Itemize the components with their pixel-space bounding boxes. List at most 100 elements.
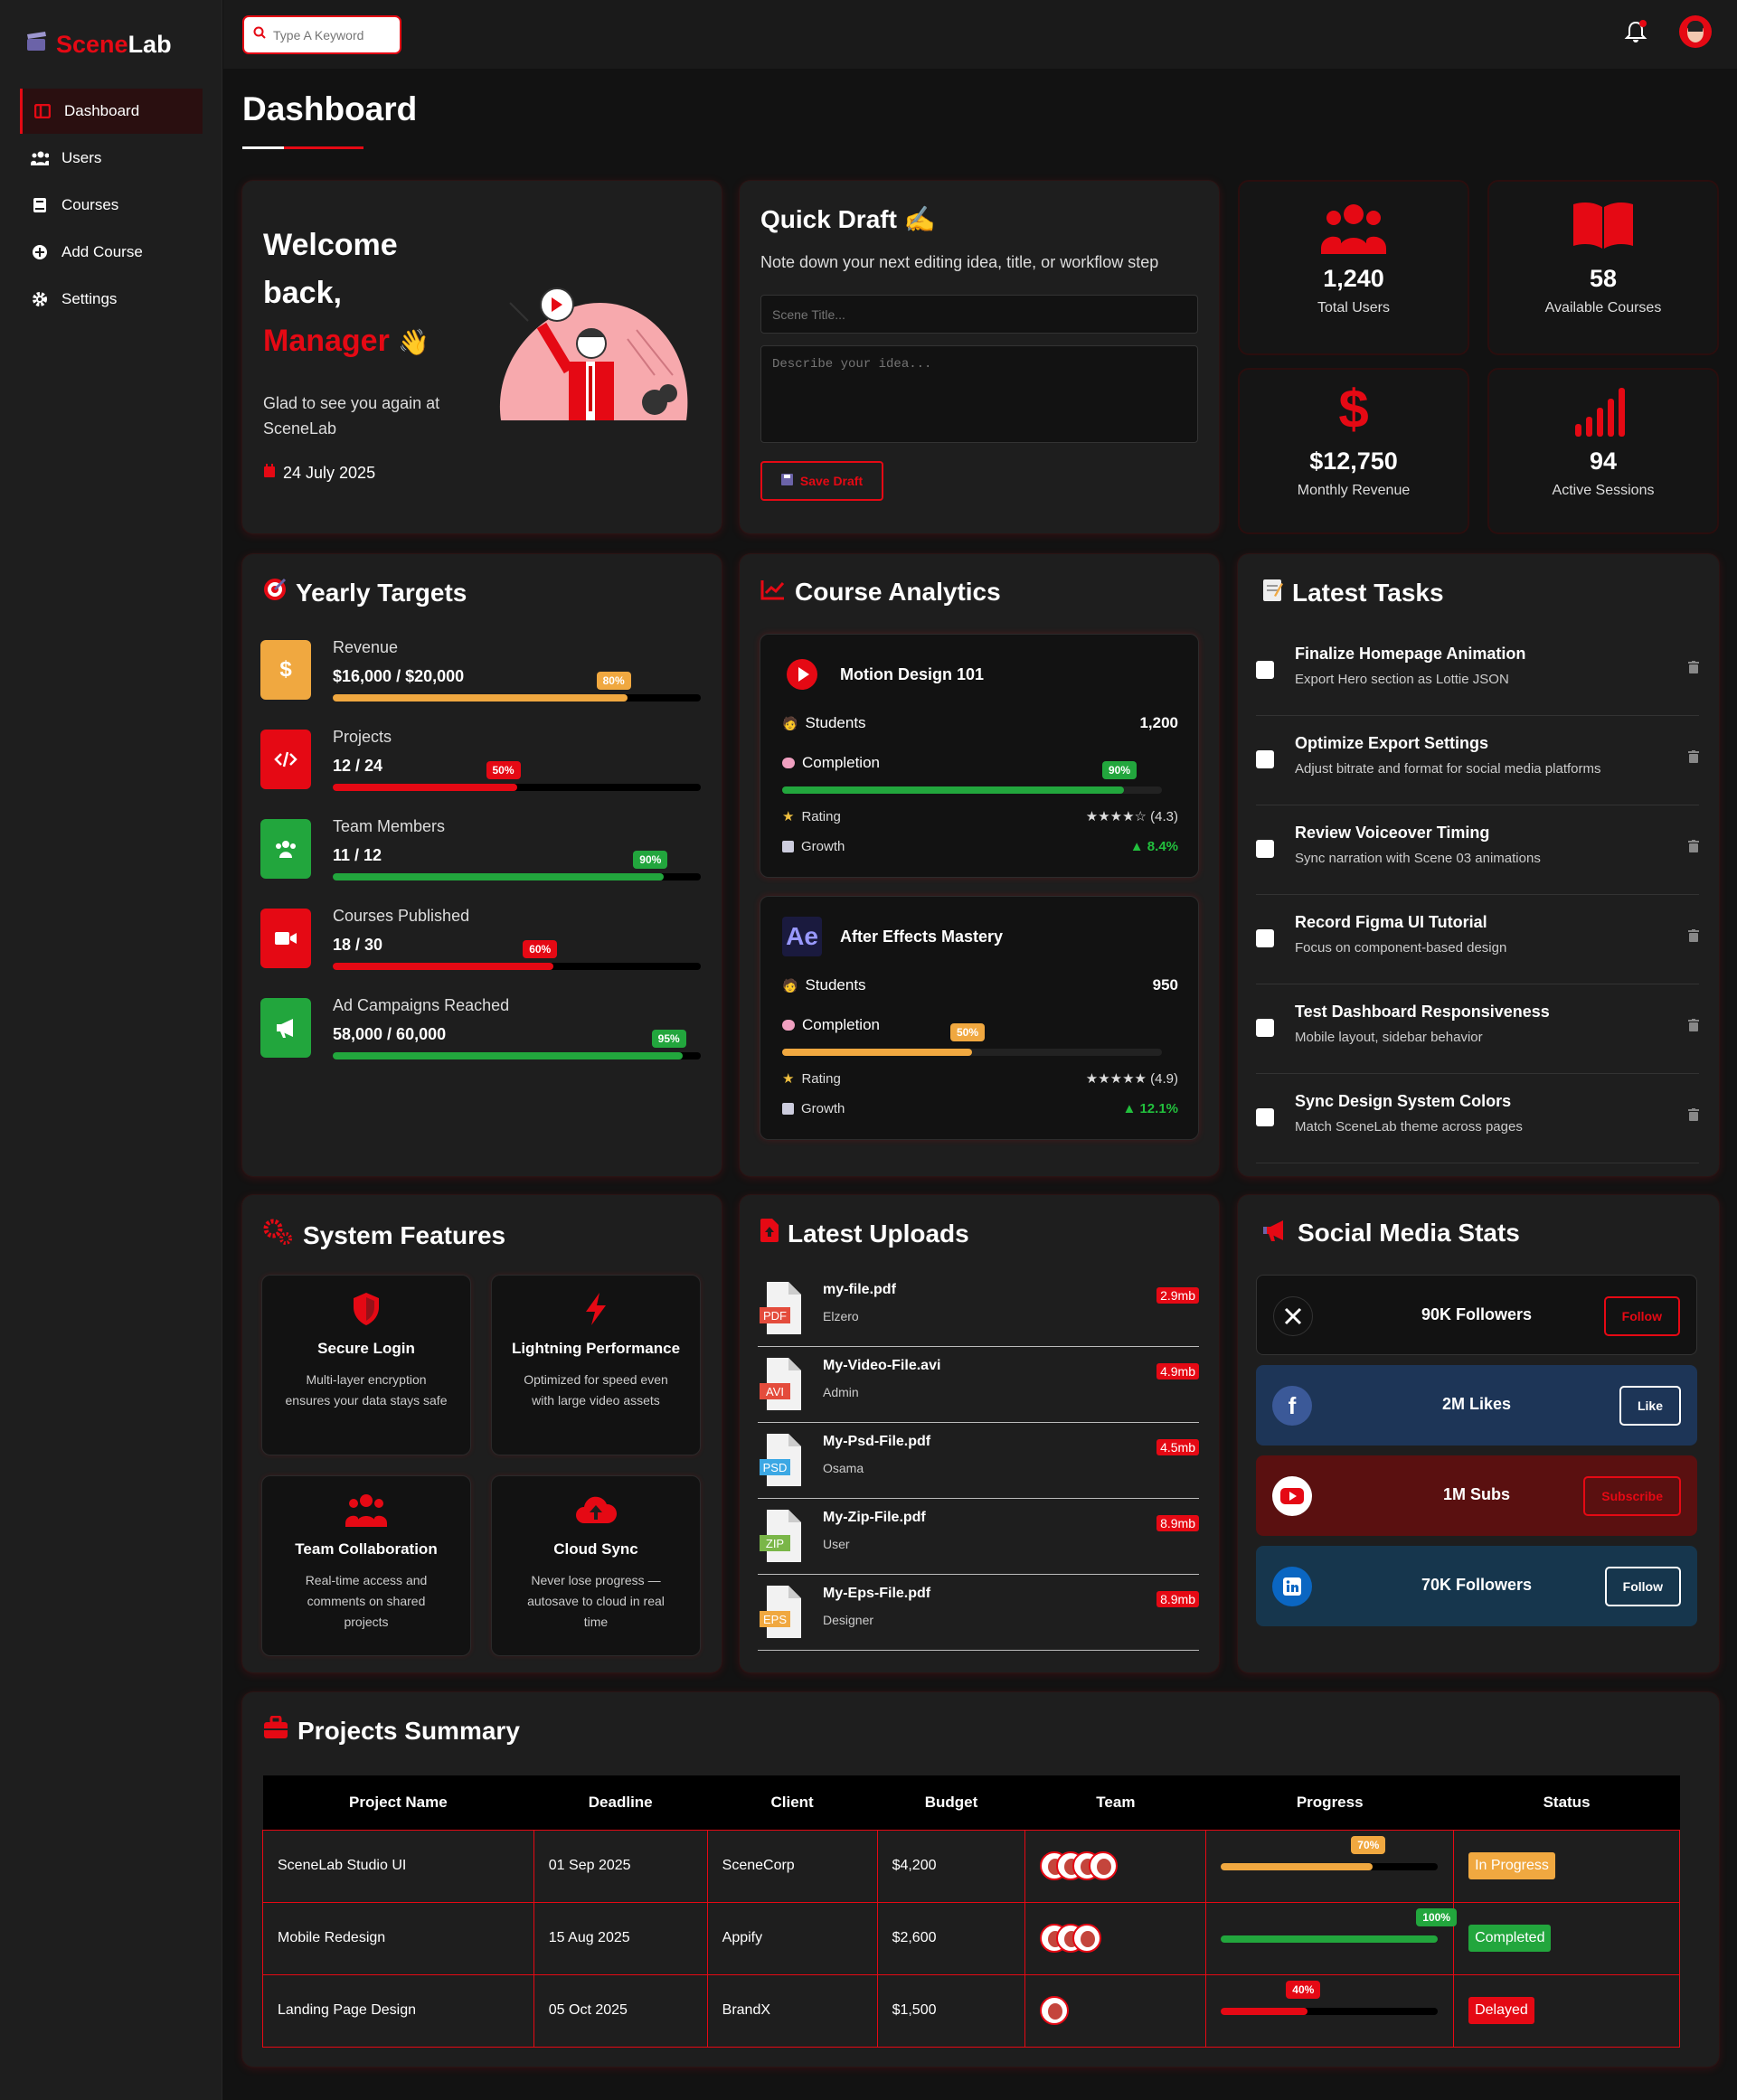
- upload-item[interactable]: ZIP My-Zip-File.pdf User 8.9mb: [758, 1499, 1199, 1575]
- trash-icon[interactable]: [1688, 1017, 1699, 1036]
- stat-label: Monthly Revenue: [1297, 483, 1411, 498]
- file-size: 8.9mb: [1156, 1591, 1199, 1607]
- trash-icon[interactable]: [1688, 1107, 1699, 1125]
- task-checkbox[interactable]: [1256, 840, 1274, 858]
- table-header-row: Project Name Deadline Client Budget Team Prog…: [262, 1775, 1680, 1830]
- line-chart-icon: [760, 578, 786, 607]
- upload-item[interactable]: PDF my-file.pdf Elzero 2.9mb: [758, 1271, 1199, 1347]
- upload-item[interactable]: PSD My-Psd-File.pdf Osama 4.5mb: [758, 1423, 1199, 1499]
- progress-bar: [1221, 1935, 1439, 1943]
- cell-team: [1024, 1973, 1207, 2048]
- file-icon: EPS: [758, 1584, 805, 1640]
- sidebar-item-add-course[interactable]: Add Course: [20, 230, 203, 275]
- table-body: SceneLab Studio UI 01 Sep 2025 SceneCorp $4…: [262, 1829, 1680, 2048]
- stat-available-courses: 58 Available Courses: [1487, 180, 1719, 355]
- search-input[interactable]: [273, 27, 391, 42]
- open-book-icon: [1489, 202, 1717, 254]
- cloud-upload-icon: [492, 1493, 700, 1529]
- social-action-button[interactable]: Follow: [1603, 1296, 1680, 1336]
- save-draft-label: Save Draft: [799, 474, 864, 488]
- stat-label: Total Users: [1317, 300, 1391, 315]
- cell-name: SceneLab Studio UI: [262, 1829, 534, 1903]
- social-action-button[interactable]: Like: [1619, 1386, 1681, 1426]
- task-item: Finalize Homepage Animation Export Hero s…: [1256, 626, 1699, 716]
- cell-name: Mobile Redesign: [262, 1901, 534, 1975]
- task-checkbox[interactable]: [1256, 1108, 1274, 1126]
- title-underline: [242, 146, 363, 149]
- cell-progress: 70%: [1205, 1829, 1455, 1903]
- task-checkbox[interactable]: [1256, 929, 1274, 947]
- cell-team: [1024, 1901, 1207, 1975]
- target-value: 18 / 30: [333, 936, 383, 954]
- column-header: Status: [1453, 1775, 1680, 1830]
- sidebar-item-label: Courses: [61, 196, 119, 213]
- stat-value: 94: [1589, 447, 1618, 475]
- progress-fill: [333, 963, 554, 970]
- quick-draft-subtitle: Note down your next editing idea, title,…: [760, 253, 1159, 271]
- quick-draft-title: Quick Draft ✍️: [760, 205, 936, 233]
- table-row[interactable]: SceneLab Studio UI 01 Sep 2025 SceneCorp $4…: [262, 1829, 1680, 1903]
- students-row: 🧑 Students: [782, 714, 866, 732]
- rating-row: ★ Rating: [782, 808, 841, 825]
- file-uploader: Admin: [823, 1385, 859, 1399]
- column-header: Budget: [877, 1775, 1025, 1830]
- upload-item[interactable]: EPS My-Eps-File.pdf Designer 8.9mb: [758, 1575, 1199, 1651]
- task-checkbox[interactable]: [1256, 750, 1274, 768]
- task-desc: Export Hero section as Lottie JSON: [1295, 672, 1509, 687]
- wave-icon: 👋: [398, 328, 430, 356]
- table-row[interactable]: Landing Page Design 05 Oct 2025 BrandX $1,5…: [262, 1973, 1680, 2048]
- trash-icon[interactable]: [1688, 928, 1699, 946]
- search-box[interactable]: [242, 15, 401, 54]
- stat-active-sessions: 94 Active Sessions: [1487, 368, 1719, 534]
- welcome-line2: back,: [263, 276, 342, 310]
- task-checkbox[interactable]: [1256, 661, 1274, 679]
- brand-name-part1: Scene: [56, 31, 128, 58]
- progress-fill: [1221, 2007, 1308, 2015]
- page-title: Dashboard: [242, 90, 418, 127]
- course-analytics-title: Course Analytics: [795, 578, 1001, 606]
- sidebar-item-dashboard[interactable]: Dashboard: [20, 89, 203, 134]
- system-features-title: System Features: [303, 1220, 506, 1249]
- sidebar-item-label: Users: [61, 149, 102, 166]
- sidebar-item-courses[interactable]: Courses: [20, 183, 203, 228]
- course-card: Motion Design 101 🧑 Students 1,200 Completio…: [760, 634, 1199, 878]
- scene-title-input[interactable]: [760, 295, 1198, 334]
- stat-label: Available Courses: [1544, 300, 1662, 315]
- sidebar-item-label: Add Course: [61, 243, 143, 260]
- completion-badge: 90%: [1102, 761, 1138, 779]
- social-action-button[interactable]: Follow: [1604, 1567, 1681, 1606]
- feature-team-collaboration: Team Collaboration Real-time access and …: [261, 1475, 471, 1656]
- upload-item[interactable]: AVI My-Video-File.avi Admin 4.9mb: [758, 1347, 1199, 1423]
- notification-bell-icon[interactable]: [1624, 20, 1647, 50]
- file-icon: ZIP: [758, 1508, 805, 1564]
- sidebar-item-settings[interactable]: Settings: [20, 277, 203, 322]
- file-uploader: Elzero: [823, 1309, 859, 1323]
- welcome-card: Welcome back, Manager 👋 Glad to see you …: [242, 181, 722, 533]
- task-title: Finalize Homepage Animation: [1295, 645, 1526, 663]
- clapperboard-icon: [25, 31, 47, 59]
- course-card: Ae After Effects Mastery 🧑 Students 950 Compl…: [760, 896, 1199, 1140]
- table-row[interactable]: Mobile Redesign 15 Aug 2025 Appify $2,600 10…: [262, 1901, 1680, 1975]
- linkedin-icon: [1272, 1567, 1312, 1606]
- quick-draft-card: Quick Draft ✍️ Note down your next editi…: [740, 181, 1219, 533]
- brand-logo[interactable]: SceneLab: [25, 31, 172, 59]
- social-row: 90K Followers Follow: [1256, 1275, 1697, 1355]
- progress-bar: [333, 784, 701, 791]
- progress-bar: [1221, 1862, 1439, 1870]
- book-icon: [31, 196, 49, 214]
- feature-desc: Multi-layer encryption ensures your data…: [285, 1372, 448, 1408]
- user-avatar[interactable]: [1679, 15, 1712, 48]
- feature-cloud-sync: Cloud Sync Never lose progress — autosav…: [491, 1475, 701, 1656]
- trash-icon[interactable]: [1688, 838, 1699, 857]
- task-checkbox[interactable]: [1256, 1019, 1274, 1037]
- save-draft-button[interactable]: Save Draft: [760, 461, 883, 501]
- cell-name: Landing Page Design: [262, 1973, 534, 2048]
- cell-budget: $1,500: [876, 1973, 1026, 2048]
- code-icon: [260, 730, 311, 789]
- sidebar-item-users[interactable]: Users: [20, 136, 203, 181]
- trash-icon[interactable]: [1688, 749, 1699, 767]
- trash-icon[interactable]: [1688, 659, 1699, 678]
- social-action-button[interactable]: Subscribe: [1583, 1476, 1681, 1516]
- feature-secure-login: Secure Login Multi-layer encryption ensu…: [261, 1275, 471, 1455]
- idea-textarea[interactable]: [760, 345, 1198, 443]
